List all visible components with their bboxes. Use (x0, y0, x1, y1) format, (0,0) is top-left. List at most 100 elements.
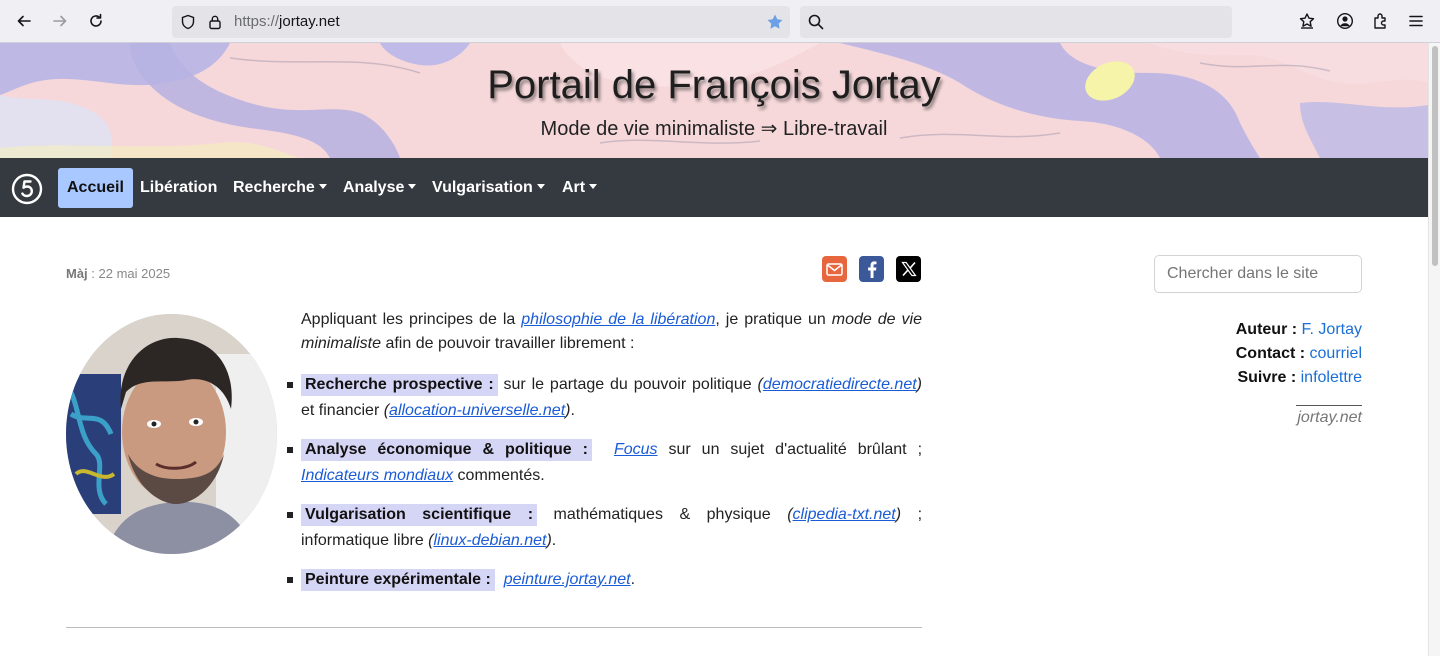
nav-art[interactable]: Art (553, 168, 606, 208)
list-item-heading: Peinture expérimentale : (301, 569, 495, 591)
browser-search-bar[interactable] (800, 6, 1232, 38)
contact-link[interactable]: courriel (1310, 345, 1362, 362)
peinture-link[interactable]: peinture.jortay.net (504, 571, 631, 588)
page-title: Portail de François Jortay (487, 63, 941, 107)
nav-vulgarisation[interactable]: Vulgarisation (423, 168, 554, 208)
nav-analyse[interactable]: Analyse (334, 168, 425, 208)
nav-liberation-label: Libération (140, 179, 218, 196)
page-viewport: Portail de François Jortay Mode de vie m… (0, 43, 1428, 656)
site-name: jortay.net (1297, 409, 1362, 426)
list-item-text: sur un sujet d'actualité brûlant ; (657, 441, 923, 458)
site-search-input[interactable] (1154, 255, 1362, 293)
share-x-button[interactable] (896, 256, 921, 282)
email-icon (826, 262, 843, 276)
browser-toolbar: https://jortay.net (0, 0, 1440, 43)
paren-close: ) (916, 376, 922, 393)
url-protocol: https:// (234, 13, 280, 30)
page-subtitle: Mode de vie minimaliste ⇒ Libre-travail (540, 118, 888, 140)
author-info: Auteur : F. Jortay Contact : courriel Su… (1154, 318, 1362, 390)
account-icon[interactable] (1336, 12, 1354, 30)
linux-debian-link[interactable]: linux-debian.net (434, 532, 547, 549)
follow-label: Suivre : (1237, 369, 1297, 386)
url-host: jortay.net (279, 13, 340, 30)
caret-down-icon (536, 184, 545, 189)
header-banner: Portail de François Jortay Mode de vie m… (0, 43, 1428, 158)
list-item: Peinture expérimentale : peinture.jortay… (287, 567, 922, 593)
philosophy-link[interactable]: philosophie de la libération (521, 311, 715, 328)
bookmark-star-icon[interactable] (766, 13, 784, 31)
contact-label: Contact : (1235, 345, 1306, 362)
list-item: Analyse économique & politique : Focus s… (287, 437, 923, 489)
content-divider (66, 627, 922, 628)
list-item-text: sur le partage du pouvoir politique (497, 376, 758, 393)
list-item-text: commentés. (453, 467, 545, 484)
intro-text-3: afin de pouvoir travailler librement : (381, 335, 635, 352)
update-date: Màj : 22 mai 2025 (66, 266, 170, 281)
nav-accueil-label: Accueil (67, 179, 124, 196)
menu-icon[interactable] (1407, 12, 1425, 30)
back-button[interactable] (11, 8, 37, 34)
list-item-heading: Recherche prospective : (301, 374, 498, 396)
update-date-value: 22 mai 2025 (98, 266, 171, 281)
nav-recherche[interactable]: Recherche (224, 168, 336, 208)
intro-paragraph: Appliquant les principes de la philosoph… (301, 308, 922, 356)
share-facebook-button[interactable] (859, 256, 884, 282)
caret-down-icon (589, 184, 598, 189)
newsletter-link[interactable]: infolettre (1301, 369, 1362, 386)
site-logo-icon[interactable] (11, 173, 43, 205)
caret-down-icon (318, 184, 327, 189)
update-separator: : (87, 266, 99, 281)
caret-down-icon (408, 184, 417, 189)
reload-icon (90, 13, 102, 27)
allocation-universelle-link[interactable]: allocation-universelle.net (389, 402, 565, 419)
nav-vulgarisation-label: Vulgarisation (432, 179, 533, 196)
extensions-icon[interactable] (1372, 12, 1390, 30)
page-scrollbar[interactable] (1428, 43, 1440, 656)
democratiedirecte-link[interactable]: democratiedirecte.net (763, 376, 917, 393)
author-link[interactable]: F. Jortay (1302, 321, 1362, 338)
facebook-icon (867, 260, 876, 278)
arrow-right-icon (53, 15, 67, 27)
nav-analyse-label: Analyse (343, 179, 405, 196)
reload-button[interactable] (83, 8, 109, 34)
nav-art-label: Art (562, 179, 586, 196)
search-icon (808, 14, 824, 30)
main-navbar: Accueil Libération Recherche Analyse Vul… (0, 158, 1428, 217)
shield-icon[interactable] (180, 14, 196, 30)
indicateurs-mondiaux-link[interactable]: Indicateurs mondiaux (301, 467, 453, 484)
follow-row: Suivre : infolettre (1154, 366, 1362, 390)
nav-accueil[interactable]: Accueil (58, 168, 133, 208)
list-item: Vulgarisation scientifique : mathématiqu… (287, 502, 922, 554)
intro-text-1: Appliquant les principes de la (301, 311, 522, 328)
clipedia-link[interactable]: clipedia-txt.net (793, 506, 896, 523)
sidebar-rule (1296, 405, 1362, 406)
focus-link[interactable]: Focus (614, 441, 658, 458)
list-item-heading: Analyse économique & politique : (301, 439, 592, 461)
share-email-button[interactable] (822, 256, 847, 282)
list-item-text: . (630, 571, 636, 588)
portrait-image (66, 314, 277, 554)
activities-list: Recherche prospective : sur le partage d… (287, 372, 923, 606)
nav-liberation[interactable]: Libération (131, 168, 226, 208)
author-portrait (66, 314, 277, 554)
scrollbar-thumb[interactable] (1432, 46, 1438, 266)
forward-button[interactable] (47, 8, 73, 34)
nav-recherche-label: Recherche (233, 179, 315, 196)
url-bar[interactable]: https://jortay.net (172, 6, 790, 38)
list-item: Recherche prospective : sur le partage d… (287, 372, 922, 424)
lock-icon[interactable] (207, 14, 223, 30)
contact-row: Contact : courriel (1154, 342, 1362, 366)
author-label: Auteur : (1235, 321, 1298, 338)
intro-text-2: , je pratique un (715, 311, 832, 328)
update-label: Màj (66, 266, 88, 281)
list-item-text: et financier (301, 402, 384, 419)
list-item-heading: Vulgarisation scientifique : (301, 504, 538, 526)
url-text[interactable]: https://jortay.net (234, 13, 340, 30)
author-row: Auteur : F. Jortay (1154, 318, 1362, 342)
arrow-left-icon (17, 15, 31, 27)
pocket-save-icon[interactable] (1298, 12, 1316, 30)
list-item-text: . (570, 402, 575, 419)
list-item-text: mathématiques & physique (537, 506, 788, 523)
x-logo-icon (900, 261, 917, 277)
list-item-text: . (551, 532, 557, 549)
